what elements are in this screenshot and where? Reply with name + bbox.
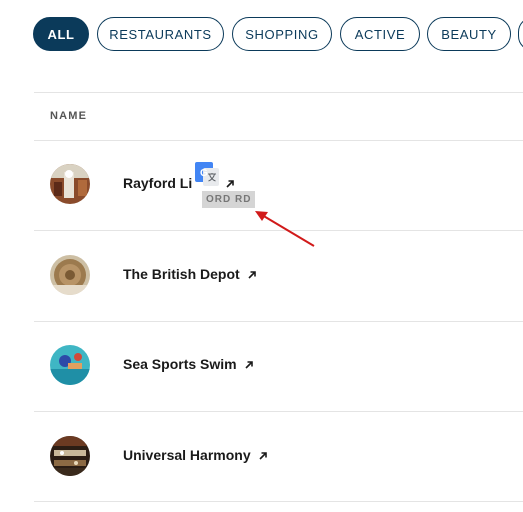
row-name-link[interactable]: The British Depot [123, 266, 257, 283]
filter-chip-restaurants[interactable]: RESTAURANTS [97, 17, 224, 51]
avatar [50, 345, 90, 385]
divider [34, 92, 523, 93]
row-name-text: Sea Sports Swim [123, 356, 237, 372]
avatar [50, 164, 90, 204]
row-name-link[interactable]: Sea Sports Swim [123, 356, 254, 373]
table-row: Universal Harmony [34, 412, 523, 502]
external-link-arrow-icon [258, 448, 268, 464]
column-header-name: NAME [50, 110, 88, 122]
filter-chip-more[interactable] [518, 17, 523, 51]
external-link-arrow-icon [244, 357, 254, 373]
filter-chip-all[interactable]: ALL [33, 17, 89, 51]
external-link-arrow-icon [247, 267, 257, 283]
google-translate-icon[interactable]: G [195, 162, 219, 186]
table-row: Rayford Li [34, 140, 523, 230]
page: ALL RESTAURANTS SHOPPING ACTIVE BEAUTY N… [0, 0, 523, 512]
filter-chip-shopping[interactable]: SHOPPING [232, 17, 332, 51]
row-name-link[interactable]: Universal Harmony [123, 447, 268, 464]
row-name-text: Rayford Li [123, 175, 193, 191]
row-name-text: Universal Harmony [123, 447, 251, 463]
svg-text:G: G [200, 168, 208, 179]
table-row: Sea Sports Swim [34, 321, 523, 411]
table-row: The British Depot [34, 231, 523, 321]
filter-chip-active[interactable]: ACTIVE [340, 17, 420, 51]
filter-chip-beauty[interactable]: BEAUTY [427, 17, 511, 51]
selected-text-chip: ORD RD [202, 191, 256, 208]
row-name-text: The British Depot [123, 266, 240, 282]
divider [34, 501, 523, 502]
avatar [50, 255, 90, 295]
external-link-arrow-icon [225, 176, 235, 192]
avatar [50, 436, 90, 476]
category-filter-bar: ALL RESTAURANTS SHOPPING ACTIVE BEAUTY [0, 0, 523, 70]
